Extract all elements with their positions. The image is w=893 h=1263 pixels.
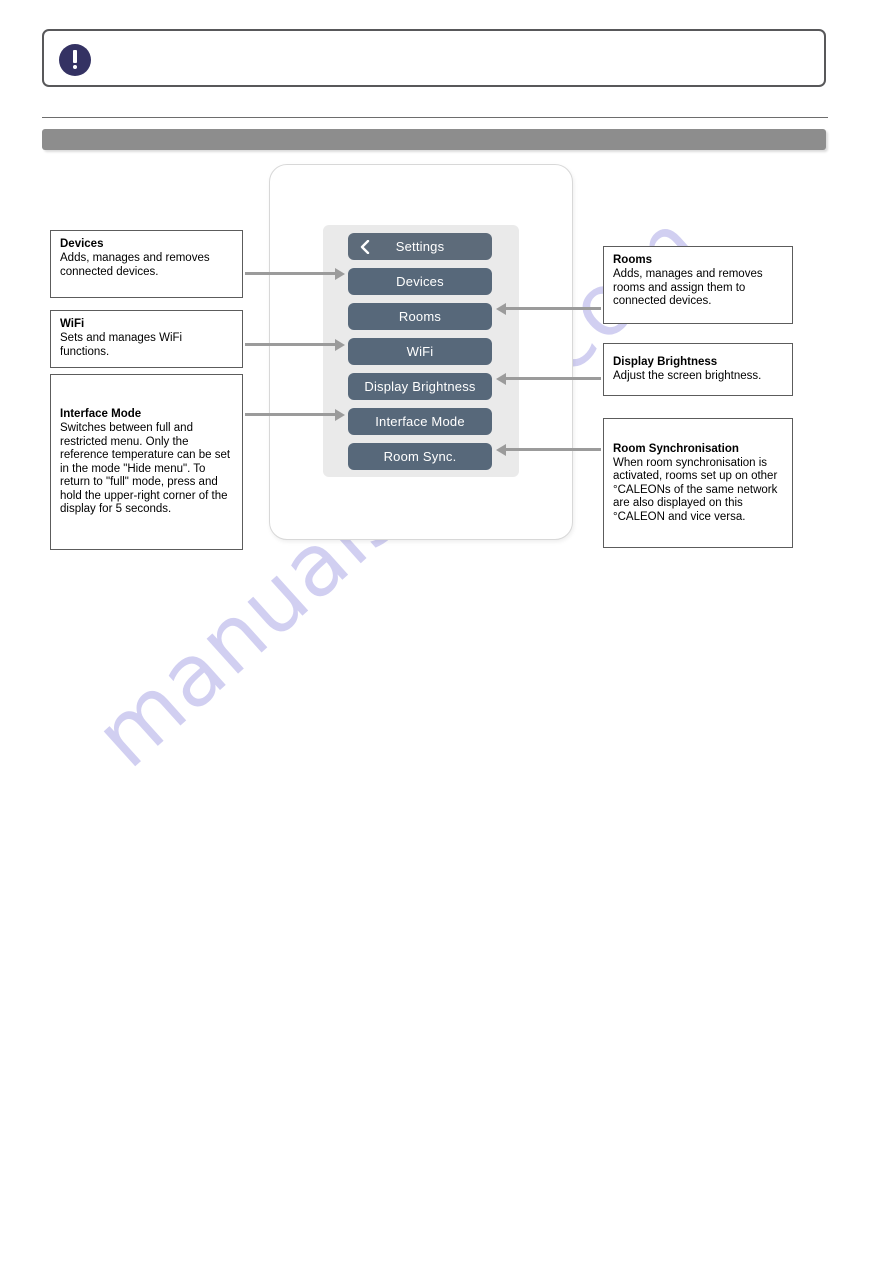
arrow-head [335,409,345,421]
exclamation-icon [59,44,91,76]
menu-button-room-sync[interactable]: Room Sync. [348,443,492,470]
menu-button-label: Display Brightness [364,379,476,394]
arrow-head [335,268,345,280]
arrow-interface-mode [245,409,345,421]
arrow-shaft [505,448,601,451]
callout-title: Display Brightness [613,356,718,369]
callout-body: Adjust the screen brightness. [613,370,762,383]
notice-box [42,29,826,87]
callout-body: Sets and manages WiFi functions. [60,332,183,358]
arrow-devices [245,268,345,280]
callout-devices: Devices Adds, manages and removes connec… [50,230,243,298]
section-header-bar [42,129,826,150]
exclamation-bar [73,50,77,63]
arrow-display-brightness [496,373,601,385]
device-screen: Settings Devices Rooms WiFi Display Brig… [323,225,519,477]
arrow-shaft [245,343,336,346]
callout-title: Rooms [613,254,652,266]
exclamation-dot [73,65,77,69]
menu-button-label: Interface Mode [375,414,465,429]
arrow-shaft [505,377,601,380]
menu-button-label: WiFi [406,344,434,359]
callout-room-synchronisation: Room Synchronisation When room synchroni… [603,418,793,548]
arrow-wifi [245,339,345,351]
menu-button-label: Devices [396,274,444,289]
arrow-shaft [245,413,336,416]
screen-header-bar: Settings [348,233,492,260]
arrow-head [496,303,506,315]
callout-interface-mode: Interface Mode Switches between full and… [50,374,243,550]
arrow-room-sync [496,444,601,456]
menu-button-rooms[interactable]: Rooms [348,303,492,330]
callout-rooms: Rooms Adds, manages and removes rooms an… [603,246,793,324]
callout-body: Adds, manages and removes connected devi… [60,252,210,278]
callout-body: Switches between full and restricted men… [60,421,231,516]
menu-button-interface-mode[interactable]: Interface Mode [348,408,492,435]
arrow-head [496,444,506,456]
menu-button-wifi[interactable]: WiFi [348,338,492,365]
callout-body: Adds, manages and removes rooms and assi… [613,268,763,308]
arrow-shaft [505,307,601,310]
arrow-head [335,339,345,351]
callout-title: Interface Mode [60,407,142,420]
horizontal-rule [42,117,828,118]
callout-wifi: WiFi Sets and manages WiFi functions. [50,310,243,368]
arrow-head [496,373,506,385]
callout-title: WiFi [60,318,85,330]
screen-title: Settings [395,239,445,254]
arrow-shaft [245,272,336,275]
menu-button-display-brightness[interactable]: Display Brightness [348,373,492,400]
callout-title: Devices [60,238,104,250]
callout-title: Room Synchronisation [613,442,739,455]
menu-button-label: Rooms [398,309,442,324]
chevron-left-icon[interactable] [359,239,371,254]
arrow-rooms [496,303,601,315]
menu-button-devices[interactable]: Devices [348,268,492,295]
callout-display-brightness: Display Brightness Adjust the screen bri… [603,343,793,396]
callout-body: When room synchronisation is activated, … [613,456,778,523]
menu-button-label: Room Sync. [383,449,457,464]
